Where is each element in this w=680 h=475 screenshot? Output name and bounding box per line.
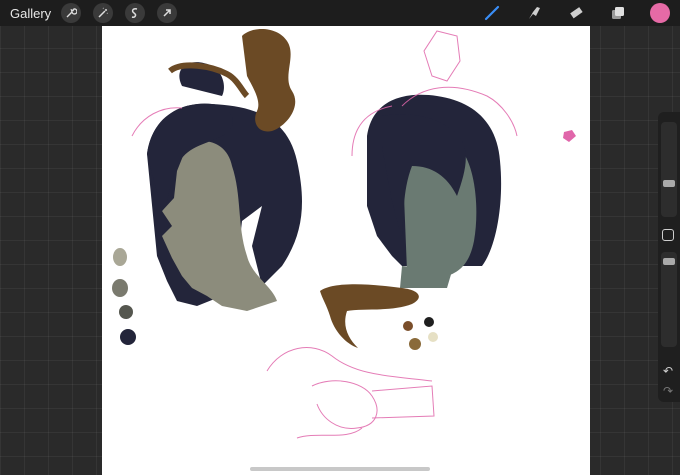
selection-icon[interactable] — [125, 3, 146, 23]
color-picker-swatch[interactable] — [650, 3, 670, 23]
artwork — [112, 29, 576, 439]
undo-icon[interactable]: ↶ — [663, 364, 673, 378]
transform-arrow-icon[interactable] — [157, 3, 178, 23]
gallery-button[interactable]: Gallery — [10, 6, 51, 21]
brush-icon[interactable] — [482, 3, 502, 23]
drawing-canvas[interactable] — [102, 26, 590, 475]
top-toolbar: Gallery — [0, 0, 680, 26]
layers-icon[interactable] — [608, 3, 628, 23]
home-indicator — [250, 467, 430, 471]
magic-wand-icon[interactable] — [93, 3, 114, 23]
brush-size-slider[interactable] — [661, 122, 677, 217]
opacity-thumb[interactable] — [663, 258, 675, 265]
right-tool-group — [460, 3, 670, 23]
side-toolbar: ↶ ↷ — [658, 112, 680, 402]
modify-button[interactable] — [662, 229, 674, 241]
redo-icon[interactable]: ↷ — [663, 384, 673, 398]
eraser-icon[interactable] — [566, 3, 586, 23]
wrench-icon[interactable] — [61, 3, 82, 23]
brush-size-thumb[interactable] — [663, 180, 675, 187]
opacity-slider[interactable] — [661, 252, 677, 347]
smudge-icon[interactable] — [524, 3, 544, 23]
